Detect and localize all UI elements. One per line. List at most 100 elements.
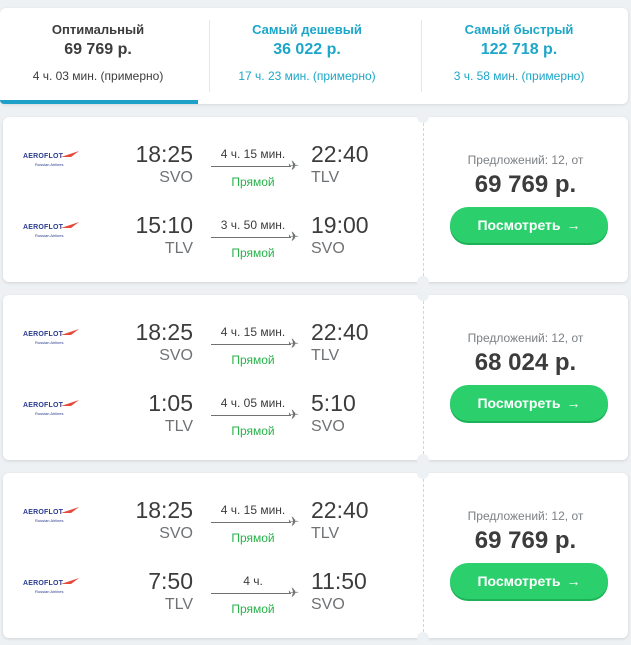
airline-name: AEROFLOT [23, 509, 64, 516]
arrival-airport: SVO [311, 240, 345, 257]
airline-logo: AEROFLOT Russian Airlines [23, 578, 83, 600]
airline-subtitle: Russian Airlines [35, 340, 64, 345]
tab-price: 122 718 р. [480, 41, 558, 58]
offers-count: Предложений: 12, от [467, 153, 584, 167]
arrow-right-icon: → [566, 395, 581, 411]
route-line [211, 237, 291, 238]
airline-subtitle: Russian Airlines [35, 162, 64, 167]
view-button[interactable]: Посмотреть → [450, 385, 608, 421]
arrival-airport: TLV [311, 525, 340, 542]
airline-logo: AEROFLOT Russian Airlines [23, 222, 83, 244]
arrival-time: 22:40 [311, 141, 369, 167]
flight-segment-outbound: AEROFLOT Russian Airlines 18:25 SVO 4 ч.… [3, 141, 421, 213]
stops-label: Прямой [231, 246, 275, 260]
wing-icon [61, 507, 79, 513]
plane-icon: ✈ [288, 158, 299, 173]
ticket-card[interactable]: AEROFLOT Russian Airlines 18:25 SVO 4 ч.… [3, 289, 628, 466]
wing-icon [61, 400, 79, 406]
airline-subtitle: Russian Airlines [35, 233, 64, 238]
tab-title: Самый быстрый [464, 22, 574, 37]
airline-name: AEROFLOT [23, 580, 64, 587]
plane-icon: ✈ [288, 514, 299, 529]
departure-time: 18:25 [135, 141, 193, 167]
departure-airport: TLV [164, 596, 193, 613]
flight-duration: 4 ч. 15 мин. [220, 325, 286, 339]
arrow-right-icon: → [566, 217, 581, 233]
departure-airport: SVO [159, 525, 193, 542]
wing-icon [61, 578, 79, 584]
tab-duration: 4 ч. 03 мин. (примерно) [32, 69, 164, 83]
flight-duration: 3 ч. 50 мин. [220, 218, 286, 232]
flight-duration: 4 ч. 05 мин. [220, 396, 286, 410]
tab-title: Самый дешевый [252, 22, 362, 37]
airline-logo: AEROFLOT Russian Airlines [23, 329, 83, 351]
offers-count: Предложений: 12, от [467, 331, 584, 345]
tab-fastest[interactable]: Самый быстрый 122 718 р. 3 ч. 58 мин. (п… [421, 8, 617, 104]
tab-duration: 17 ч. 23 мин. (примерно) [238, 69, 376, 83]
airline-logo: AEROFLOT Russian Airlines [23, 507, 83, 529]
sort-tabs: Оптимальный 69 769 р. 4 ч. 03 мин. (прим… [0, 8, 628, 104]
wing-icon [61, 222, 79, 228]
arrow-right-icon: → [566, 573, 581, 589]
ticket-card[interactable]: AEROFLOT Russian Airlines 18:25 SVO 4 ч.… [3, 467, 628, 644]
stops-label: Прямой [231, 602, 275, 616]
plane-icon: ✈ [288, 585, 299, 600]
tab-duration: 3 ч. 58 мин. (примерно) [453, 69, 585, 83]
departure-time: 1:05 [148, 390, 193, 416]
ticket-card[interactable]: AEROFLOT Russian Airlines 18:25 SVO 4 ч.… [3, 111, 628, 288]
airline-subtitle: Russian Airlines [35, 518, 64, 523]
route-line [211, 593, 291, 594]
stops-label: Прямой [231, 353, 275, 367]
ticket-divider [423, 301, 424, 454]
tab-cheapest[interactable]: Самый дешевый 36 022 р. 17 ч. 23 мин. (п… [209, 8, 405, 104]
airline-name: AEROFLOT [23, 402, 64, 409]
stops-label: Прямой [231, 424, 275, 438]
departure-time: 18:25 [135, 319, 193, 345]
departure-time: 18:25 [135, 497, 193, 523]
arrival-time: 5:10 [311, 390, 356, 416]
departure-time: 15:10 [135, 212, 193, 238]
departure-airport: TLV [164, 240, 193, 257]
arrival-airport: SVO [311, 596, 345, 613]
view-button-label: Посмотреть [477, 573, 561, 589]
stops-label: Прямой [231, 531, 275, 545]
plane-icon: ✈ [288, 229, 299, 244]
arrival-time: 22:40 [311, 497, 369, 523]
tab-price: 36 022 р. [273, 41, 341, 58]
view-button[interactable]: Посмотреть → [450, 207, 608, 243]
flight-duration: 4 ч. 15 мин. [220, 147, 286, 161]
departure-airport: SVO [159, 347, 193, 364]
view-button[interactable]: Посмотреть → [450, 563, 608, 599]
ticket-price: 69 769 р. [474, 527, 577, 554]
flight-duration: 4 ч. [243, 574, 263, 588]
arrival-airport: TLV [311, 347, 340, 364]
airline-name: AEROFLOT [23, 153, 64, 160]
departure-airport: TLV [164, 418, 193, 435]
ticket-price: 69 769 р. [474, 171, 577, 198]
wing-icon [61, 329, 79, 335]
airline-subtitle: Russian Airlines [35, 589, 64, 594]
arrival-airport: TLV [311, 169, 340, 186]
tab-optimal[interactable]: Оптимальный 69 769 р. 4 ч. 03 мин. (прим… [0, 8, 198, 104]
arrival-airport: SVO [311, 418, 345, 435]
ticket-notch [417, 111, 429, 123]
view-button-label: Посмотреть [477, 217, 561, 233]
ticket-notch [417, 467, 429, 479]
route-line [211, 415, 291, 416]
departure-time: 7:50 [148, 568, 193, 594]
flight-segment-return: AEROFLOT Russian Airlines 1:05 TLV 4 ч. … [3, 390, 421, 462]
flight-segment-outbound: AEROFLOT Russian Airlines 18:25 SVO 4 ч.… [3, 319, 421, 391]
flight-segment-return: AEROFLOT Russian Airlines 7:50 TLV 4 ч. … [3, 568, 421, 640]
departure-airport: SVO [159, 169, 193, 186]
airline-name: AEROFLOT [23, 331, 64, 338]
plane-icon: ✈ [288, 336, 299, 351]
ticket-divider [423, 123, 424, 276]
airline-subtitle: Russian Airlines [35, 411, 64, 416]
route-line [211, 166, 291, 167]
arrival-time: 19:00 [311, 212, 369, 238]
route-line [211, 522, 291, 523]
view-button-label: Посмотреть [477, 395, 561, 411]
ticket-divider [423, 479, 424, 632]
plane-icon: ✈ [288, 407, 299, 422]
flight-duration: 4 ч. 15 мин. [220, 503, 286, 517]
